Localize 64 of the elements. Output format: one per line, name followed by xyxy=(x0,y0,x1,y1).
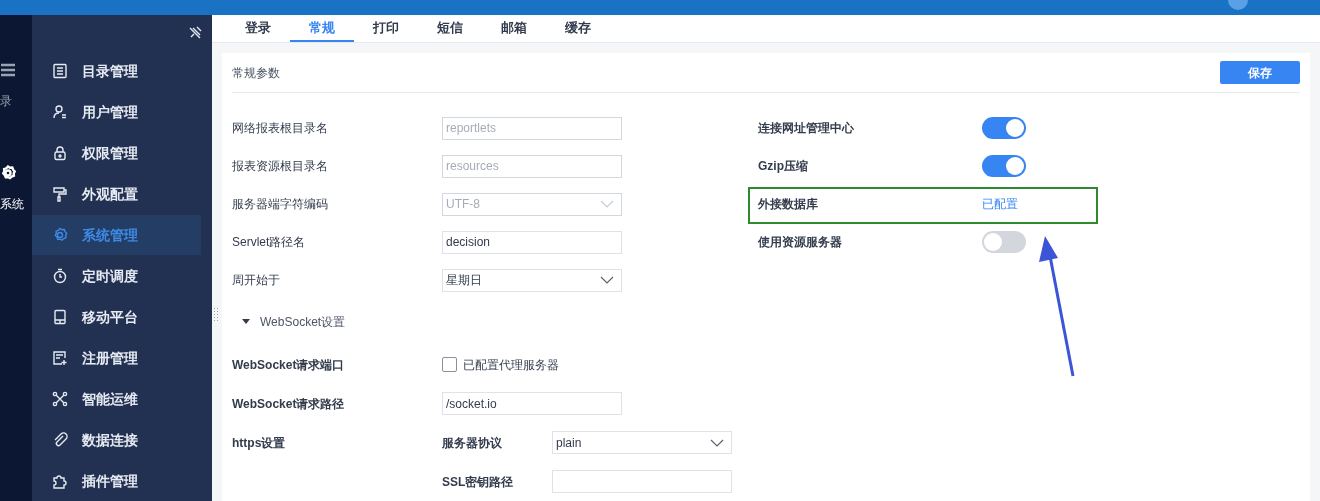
sidebar-item[interactable]: 智能运维 xyxy=(32,379,201,419)
link[interactable]: 已配置 xyxy=(982,195,1018,213)
tab[interactable]: 登录 xyxy=(226,15,290,42)
field-label: WebSocket请求端口 xyxy=(232,356,346,374)
timer-icon xyxy=(52,268,68,284)
field-label: 服务器端字符编码 xyxy=(232,196,329,213)
field-label: 外接数据库 xyxy=(758,196,819,213)
user-icon xyxy=(52,104,68,120)
toggle-switch[interactable] xyxy=(982,231,1026,253)
pin-icon[interactable] xyxy=(188,26,202,40)
paperclip-icon xyxy=(52,432,68,448)
sidebar-item[interactable]: 移动平台 xyxy=(32,297,201,337)
field-label: 使用资源服务器 xyxy=(758,234,843,251)
input-field[interactable] xyxy=(552,470,732,493)
rail-label[interactable]: 系统 xyxy=(0,195,24,213)
phone-icon xyxy=(52,309,68,325)
select-field[interactable]: 星期日 xyxy=(442,268,622,292)
sidebar-item[interactable]: 权限管理 xyxy=(32,133,201,173)
tab[interactable]: 邮箱 xyxy=(482,15,546,42)
chevron-down-icon xyxy=(600,276,614,284)
field-label: 周开始于 xyxy=(232,272,281,289)
field-label: Servlet路径名 xyxy=(232,234,307,251)
field-label: SSL密钥路径 xyxy=(442,473,515,491)
field-label: 连接网址管理中心 xyxy=(758,120,855,137)
field-label: https设置 xyxy=(232,434,287,452)
sidebar-item[interactable]: 用户管理 xyxy=(32,92,201,132)
sidebar-item[interactable]: 目录管理 xyxy=(32,51,201,91)
input-field[interactable]: /socket.io xyxy=(442,392,622,415)
panel-title: 常规参数 xyxy=(232,64,280,82)
menu-icon xyxy=(0,62,16,78)
field-label: Gzip压缩 xyxy=(758,158,809,175)
save-button[interactable]: 保存 xyxy=(1220,61,1300,84)
input-field[interactable]: decision xyxy=(442,230,622,254)
section-title[interactable]: WebSocket设置 xyxy=(260,313,346,331)
nodes-icon xyxy=(52,391,68,407)
chevron-down-icon xyxy=(600,200,614,208)
form-icon xyxy=(52,350,68,366)
tab[interactable]: 打印 xyxy=(354,15,418,42)
toggle-switch[interactable] xyxy=(982,155,1026,177)
chevron-down-icon xyxy=(710,438,724,447)
lock-icon xyxy=(52,145,68,161)
list-icon xyxy=(52,63,68,79)
field-label: 报表资源根目录名 xyxy=(232,158,329,175)
sidebar-item[interactable]: 插件管理 xyxy=(32,461,201,501)
checkbox[interactable] xyxy=(442,357,457,372)
tab[interactable]: 短信 xyxy=(418,15,482,42)
toggle-switch[interactable] xyxy=(982,117,1026,139)
tab[interactable]: 常规 xyxy=(290,15,354,42)
checkbox-label: 已配置代理服务器 xyxy=(463,356,559,374)
settings-icon xyxy=(0,165,16,181)
brush-icon xyxy=(52,186,68,202)
tab[interactable]: 缓存 xyxy=(546,15,610,42)
field-label: WebSocket请求路径 xyxy=(232,395,346,413)
sidebar-item[interactable]: 数据连接 xyxy=(32,420,201,460)
sidebar-item[interactable]: 定时调度 xyxy=(32,256,201,296)
field-label: 服务器协议 xyxy=(442,434,503,452)
select-field[interactable]: plain xyxy=(552,431,732,454)
settings-icon xyxy=(52,227,68,243)
sidebar-item[interactable]: 外观配置 xyxy=(32,174,201,214)
field-label: 网络报表根目录名 xyxy=(232,120,329,137)
puzzle-icon xyxy=(52,473,68,489)
rail-label[interactable]: 录 xyxy=(0,92,12,110)
sidebar-item[interactable]: 注册管理 xyxy=(32,338,201,378)
caret-down-icon[interactable] xyxy=(242,319,250,325)
